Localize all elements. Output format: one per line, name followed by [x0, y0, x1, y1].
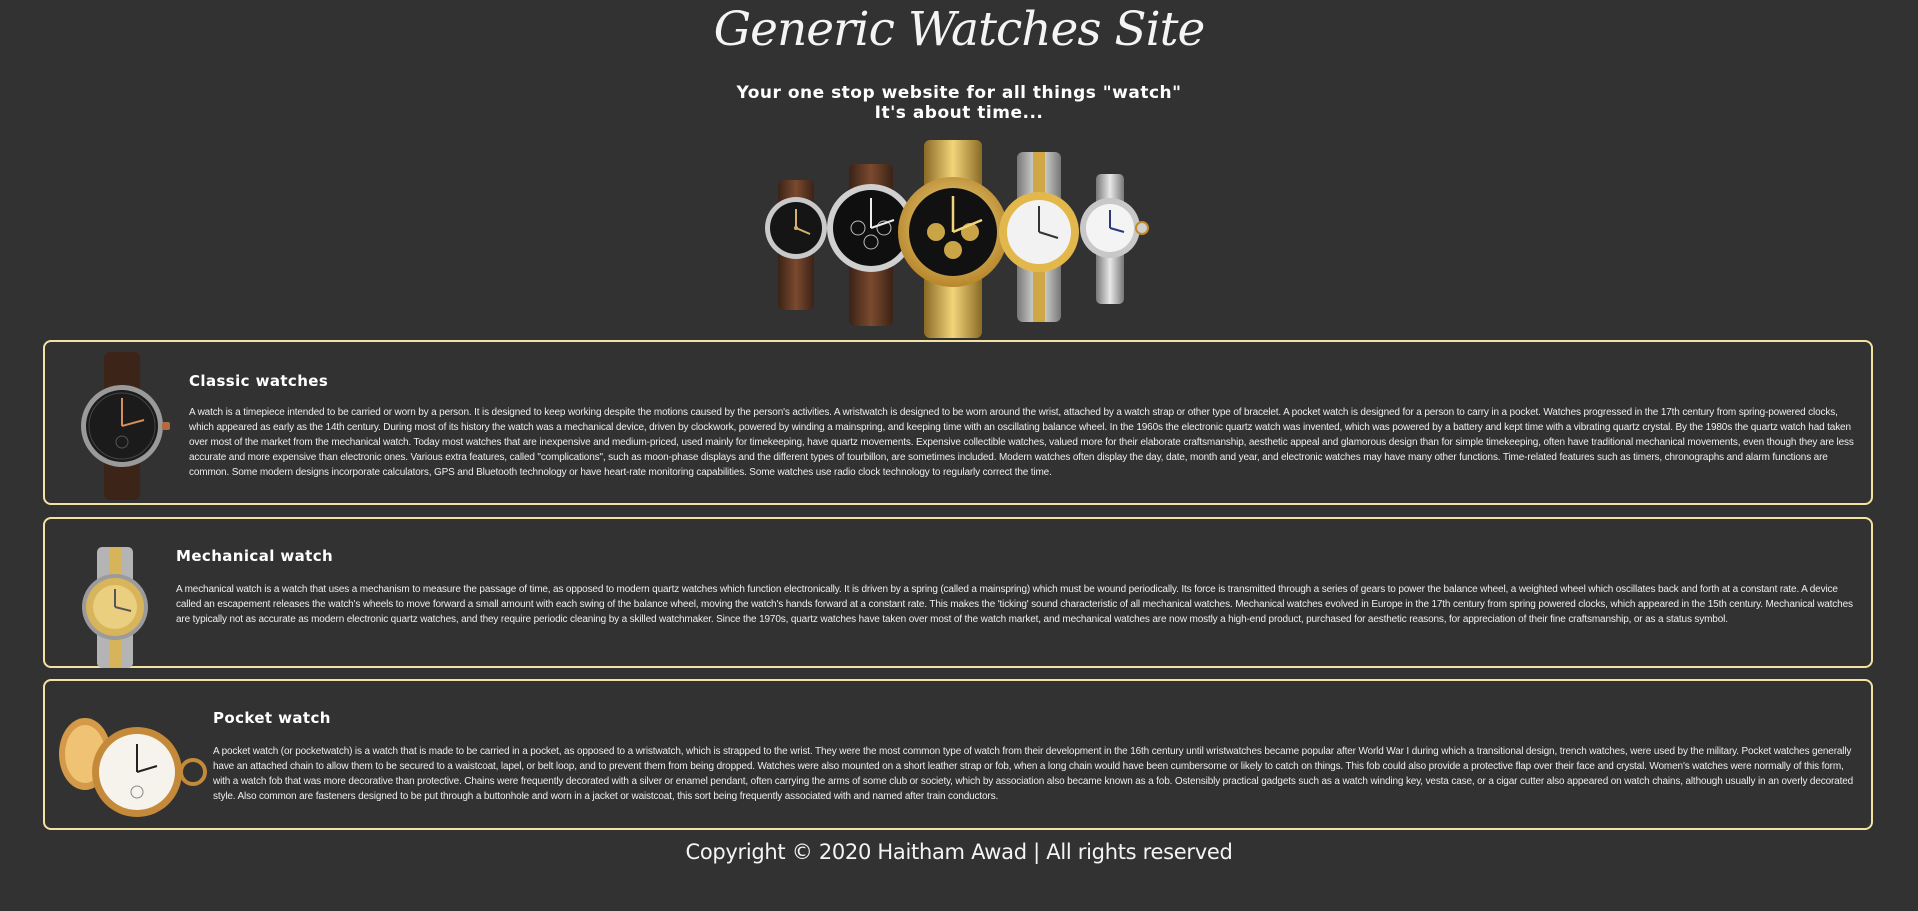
tagline-line-1: Your one stop website for all things "wa…: [736, 83, 1182, 103]
wristwatch-leather-icon: [81, 352, 170, 500]
pocket-watch-icon: [59, 718, 207, 817]
hero-watch-1: [765, 180, 827, 310]
watch-collection-icon: [765, 140, 1149, 338]
wristwatch-gold-bracelet-icon: [82, 547, 148, 668]
card-title: Classic watches: [189, 372, 329, 390]
hero-watch-5: [1080, 174, 1149, 304]
card-title: Pocket watch: [213, 709, 331, 727]
card-title: Mechanical watch: [176, 547, 334, 565]
footer-copyright: Copyright © 2020 Haitham Awad | All righ…: [685, 840, 1233, 864]
card-pocket-watch: Pocket watch A pocket watch (or pocketwa…: [43, 679, 1873, 830]
tagline: Your one stop website for all things "wa…: [0, 83, 1918, 123]
site-title: Generic Watches Site: [713, 2, 1206, 57]
page: Generic Watches Site Your one stop websi…: [0, 0, 1918, 911]
card-classic-watches: Classic watches A watch is a timepiece i…: [43, 340, 1873, 505]
tagline-line-2: It's about time...: [874, 103, 1044, 123]
card-text: A mechanical watch is a watch that uses …: [176, 584, 1853, 625]
card-mechanical-watch: Mechanical watch A mechanical watch is a…: [43, 517, 1873, 668]
card-text: A pocket watch (or pocketwatch) is a wat…: [213, 746, 1854, 802]
hero-watch-4: [999, 152, 1079, 322]
card-text: A watch is a timepiece intended to be ca…: [189, 407, 1854, 478]
hero-watch-3: [898, 140, 1008, 338]
